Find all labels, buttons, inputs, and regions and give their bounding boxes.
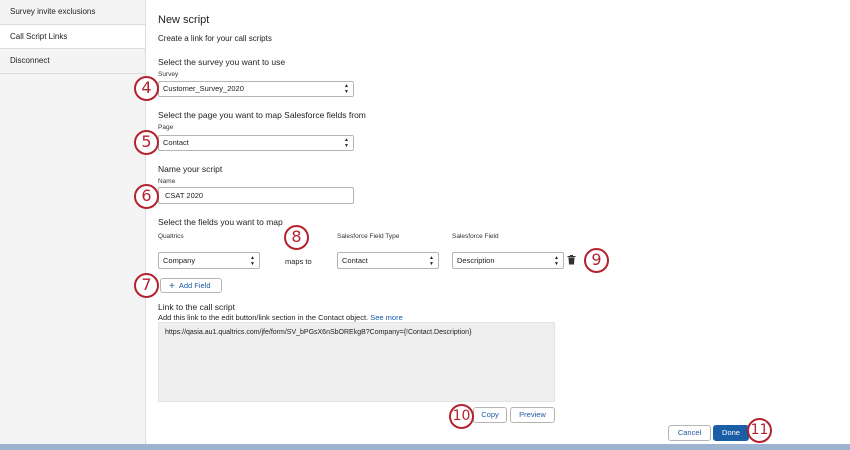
sidebar: Survey invite exclusions Call Script Lin… [0, 0, 146, 450]
fields-section-title: Select the fields you want to map [158, 217, 283, 227]
see-more-link[interactable]: See more [370, 313, 403, 322]
link-section-title: Link to the call script [158, 302, 236, 312]
link-url: https://qasia.au1.qualtrics.com/jfe/form… [165, 329, 472, 336]
survey-select-value: Customer_Survey_2020 [163, 84, 244, 93]
link-description: Add this link to the edit button/link se… [158, 313, 403, 322]
sf-field-type-value: Contact [342, 256, 368, 265]
page-label: Page [158, 124, 174, 131]
preview-button[interactable]: Preview [510, 407, 555, 423]
sidebar-item-disconnect[interactable]: Disconnect [0, 49, 145, 74]
name-label: Name [158, 178, 176, 185]
callout-5: 5 [134, 130, 159, 155]
sidebar-item-survey-invite-exclusions[interactable]: Survey invite exclusions [0, 0, 145, 25]
survey-label: Survey [158, 71, 179, 78]
select-arrows-icon: ▲ ▼ [554, 255, 559, 267]
page-subtitle: Create a link for your call scripts [158, 34, 272, 43]
sf-field-value: Description [457, 256, 495, 265]
page-section-title: Select the page you want to map Salesfor… [158, 110, 366, 120]
callout-8: 8 [284, 225, 309, 250]
select-arrows-icon: ▲ ▼ [429, 255, 434, 267]
col-header-sf-type: Salesforce Field Type [337, 233, 400, 240]
main-panel: New script Create a link for your call s… [146, 0, 850, 450]
qualtrics-field-value: Company [163, 256, 196, 265]
select-arrows-icon: ▲ ▼ [250, 255, 255, 267]
cancel-button[interactable]: Cancel [668, 425, 711, 441]
callout-9: 9 [584, 248, 609, 273]
page-select[interactable]: Contact ▲ ▼ [158, 135, 354, 151]
callout-10: 10 [449, 404, 474, 429]
callout-11: 11 [747, 418, 772, 443]
copy-button[interactable]: Copy [473, 407, 507, 423]
add-field-button[interactable]: + Add Field [160, 278, 222, 293]
select-arrows-icon: ▲ ▼ [344, 137, 349, 149]
callout-4: 4 [134, 76, 159, 101]
name-section-title: Name your script [158, 164, 223, 174]
sidebar-item-call-script-links[interactable]: Call Script Links [0, 24, 145, 49]
survey-section-title: Select the survey you want to use [158, 57, 286, 67]
bottom-edge [0, 444, 850, 450]
page-title: New script [158, 14, 210, 26]
page-select-value: Contact [163, 138, 189, 147]
maps-to-label: maps to [285, 257, 312, 266]
script-name-input[interactable]: CSAT 2020 [158, 187, 354, 204]
col-header-qualtrics: Qualtrics [158, 233, 184, 240]
survey-select[interactable]: Customer_Survey_2020 ▲ ▼ [158, 81, 354, 97]
plus-icon: + [169, 281, 175, 292]
sf-field-select[interactable]: Description ▲ ▼ [452, 252, 564, 269]
trash-icon[interactable] [567, 255, 576, 265]
callout-6: 6 [134, 184, 159, 209]
callout-7: 7 [134, 273, 159, 298]
done-button[interactable]: Done [713, 425, 749, 441]
link-output-box[interactable]: https://qasia.au1.qualtrics.com/jfe/form… [158, 322, 555, 402]
col-header-sf-field: Salesforce Field [452, 233, 499, 240]
qualtrics-field-select[interactable]: Company ▲ ▼ [158, 252, 260, 269]
add-field-label: Add Field [178, 281, 211, 290]
select-arrows-icon: ▲ ▼ [344, 83, 349, 95]
sf-field-type-select[interactable]: Contact ▲ ▼ [337, 252, 439, 269]
